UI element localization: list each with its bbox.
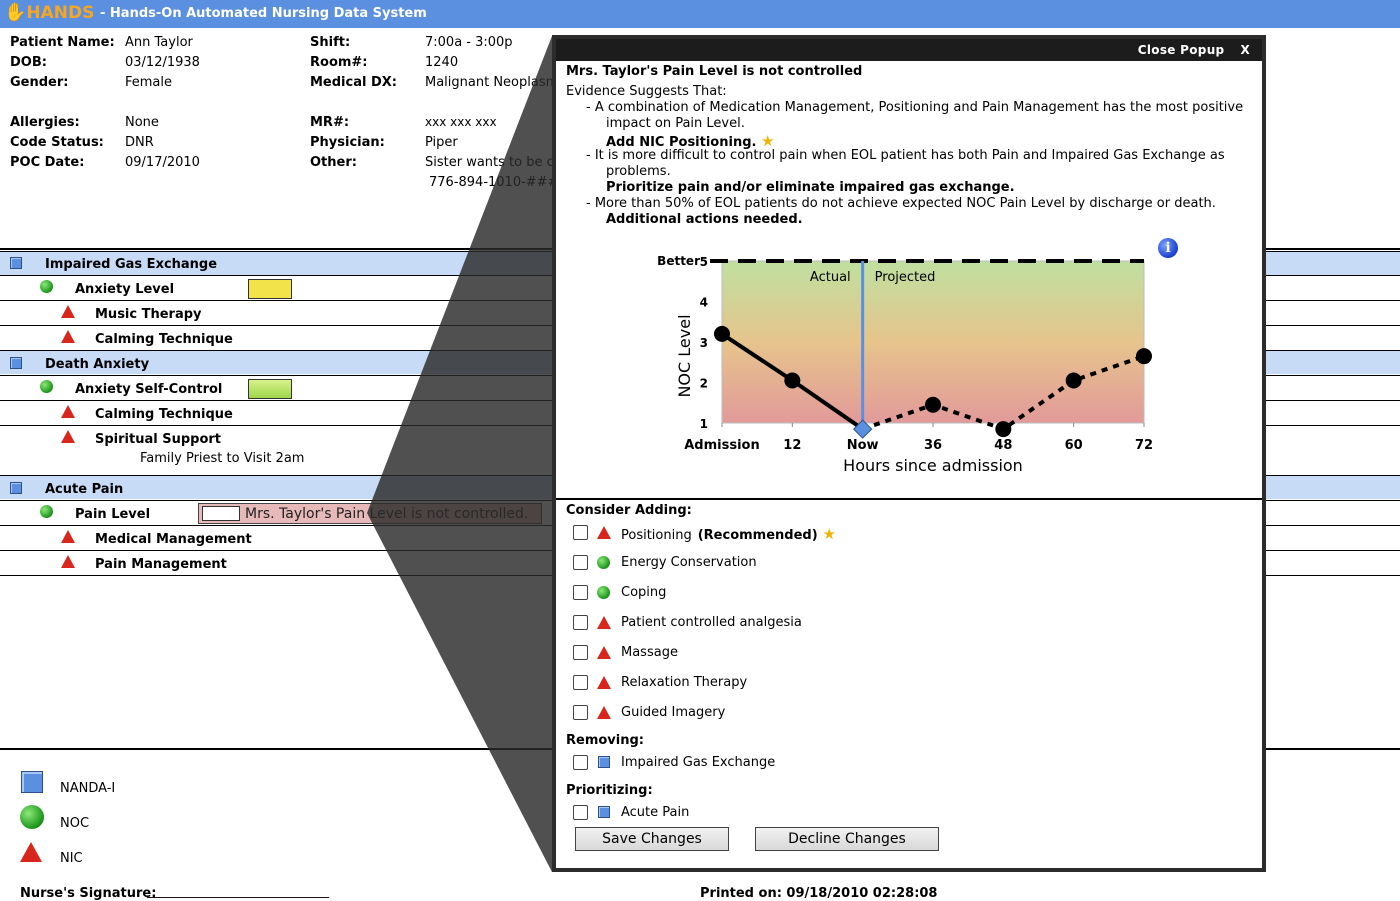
popup-heading: Mrs. Taylor's Pain Level is not controll… [566, 64, 863, 79]
consider-item-text: Positioning [621, 528, 692, 543]
nic-icon [597, 526, 611, 539]
y-tick-label: 5 [700, 255, 708, 269]
consider-item-label: Energy Conservation [621, 555, 757, 570]
recommended-tag: (Recommended) [697, 528, 818, 543]
data-point [995, 421, 1012, 438]
evidence-1-line-1: - A combination of Medication Management… [586, 100, 1244, 115]
save-changes-button[interactable]: Save Changes [575, 827, 729, 851]
consider-item-label: Relaxation Therapy [621, 675, 747, 690]
close-popup-label: Close Popup [1137, 43, 1225, 57]
x-tick-label: 60 [1065, 438, 1083, 453]
prioritizing-item: Acute Pain [621, 805, 690, 820]
decline-changes-button[interactable]: Decline Changes [755, 827, 939, 851]
x-tick-label: 72 [1135, 438, 1153, 453]
nic-icon [597, 616, 611, 629]
consider-item-label: Coping [621, 585, 666, 600]
evidence-3-action: Additional actions needed. [606, 212, 803, 227]
y-tick-label: 3 [700, 336, 708, 350]
consider-item-label: Patient controlled analgesia [621, 615, 802, 630]
evidence-2-action: Prioritize pain and/or eliminate impaire… [606, 180, 1015, 195]
consider-checkbox[interactable] [573, 615, 588, 630]
y-tick-label: 1 [700, 417, 708, 431]
y-axis-title: NOC Level [675, 314, 694, 397]
data-point [1136, 348, 1152, 365]
x-tick-label: 48 [994, 438, 1012, 453]
data-point [925, 396, 941, 413]
projected-label: Projected [875, 270, 936, 285]
x-axis-title: Hours since admission [843, 456, 1023, 475]
consider-checkbox[interactable] [573, 675, 588, 690]
removing-item: Impaired Gas Exchange [621, 755, 776, 770]
popup-header: Close Popup X [556, 39, 1262, 61]
prioritizing-label: Prioritizing: [566, 783, 653, 798]
consider-item-text: Guided Imagery [621, 705, 726, 720]
consider-item-text: Energy Conservation [621, 555, 757, 570]
consider-item-text: Relaxation Therapy [621, 675, 748, 690]
y-tick-label: 2 [700, 377, 708, 391]
nanda-icon [598, 756, 610, 768]
consider-checkbox[interactable] [573, 645, 588, 660]
consider-item-label: Guided Imagery [621, 705, 725, 720]
nanda-icon [598, 806, 610, 818]
consider-checkbox[interactable] [573, 525, 588, 540]
removing-label: Removing: [566, 733, 644, 748]
data-point [1065, 372, 1082, 389]
consider-item-label: Positioning (Recommended) ★ [621, 525, 836, 543]
x-tick-label: 12 [783, 438, 801, 453]
x-tick-label: Now [847, 438, 879, 453]
better-label: Better [657, 254, 700, 268]
consider-item-text: Massage [621, 645, 678, 660]
evidence-3-line-1: - More than 50% of EOL patients do not a… [586, 196, 1216, 211]
consider-checkbox[interactable] [573, 705, 588, 720]
close-popup-button[interactable]: Close Popup X [1138, 43, 1250, 57]
consider-checkbox[interactable] [573, 555, 588, 570]
nic-icon [597, 706, 611, 719]
consider-item-text: Patient controlled analgesia [621, 615, 802, 630]
removing-checkbox[interactable] [573, 755, 588, 770]
noc-icon [597, 556, 610, 569]
x-tick-label: 36 [924, 438, 942, 453]
x-tick-label: Admission [684, 438, 760, 453]
callout-shape [367, 36, 552, 872]
evidence-1-line-2: impact on Pain Level. [606, 116, 745, 131]
data-point [784, 372, 801, 389]
consider-item-text: Coping [621, 585, 667, 600]
noc-level-chart: 12345BetterAdmission 12 Now 36 48 60 72Hours s… [657, 254, 1153, 475]
star-icon: ★ [817, 525, 836, 543]
evidence-2-line-1: - It is more difficult to control pain w… [586, 148, 1225, 163]
consider-item-label: Massage [621, 645, 678, 660]
prioritizing-checkbox[interactable] [573, 805, 588, 820]
evidence-label: Evidence Suggests That: [566, 84, 727, 99]
evidence-2-line-2: problems. [606, 164, 671, 179]
consider-adding-label: Consider Adding: [566, 503, 692, 518]
noc-icon [597, 586, 610, 599]
consider-checkbox[interactable] [573, 585, 588, 600]
close-icon: X [1240, 43, 1250, 57]
y-tick-label: 4 [700, 296, 708, 310]
nic-icon [597, 676, 611, 689]
actual-label: Actual [810, 270, 851, 285]
data-point [714, 325, 730, 342]
evidence-popup: Close Popup X Mrs. Taylor's Pain Level is… [552, 35, 1266, 872]
popup-separator [556, 498, 1262, 500]
nic-icon [597, 646, 611, 659]
